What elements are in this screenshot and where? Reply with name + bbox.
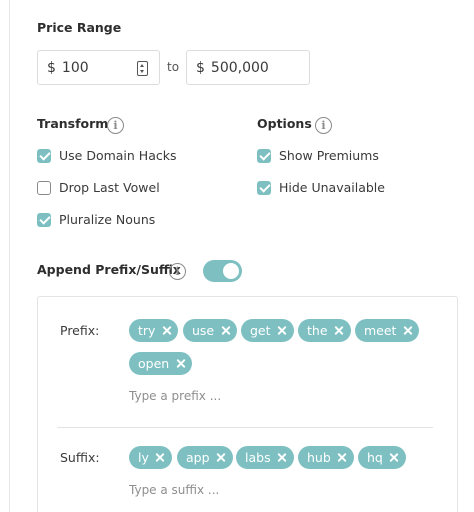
prefix-chip[interactable]: get xyxy=(241,319,294,342)
price-separator: to xyxy=(167,60,180,74)
close-icon[interactable] xyxy=(175,358,186,369)
prefix-chip[interactable]: try xyxy=(129,319,179,342)
price-max-value: 500,000 xyxy=(210,59,269,76)
price-min-value: 100 xyxy=(61,59,89,76)
checkbox-label: Hide Unavailable xyxy=(279,180,385,195)
price-min-input[interactable]: $ 100 xyxy=(37,50,160,85)
suffix-label: Suffix: xyxy=(60,450,100,465)
chip-label: meet xyxy=(364,323,397,338)
price-max-input[interactable]: $ 500,000 xyxy=(186,50,310,85)
checkbox-label: Pluralize Nouns xyxy=(59,212,156,227)
checkbox-checked-icon[interactable] xyxy=(257,180,271,195)
chip-label: open xyxy=(138,356,170,371)
close-icon[interactable] xyxy=(155,452,166,463)
currency-symbol: $ xyxy=(196,59,205,76)
checkbox-unchecked-icon[interactable] xyxy=(37,180,51,195)
prefix-chip[interactable]: use xyxy=(183,319,238,342)
toggle-knob xyxy=(223,263,239,279)
close-icon[interactable] xyxy=(337,452,348,463)
suffix-input[interactable] xyxy=(129,481,379,499)
prefix-chip[interactable]: meet xyxy=(355,319,420,342)
info-icon[interactable]: i xyxy=(107,117,124,134)
close-icon[interactable] xyxy=(216,452,227,463)
checkbox-label: Drop Last Vowel xyxy=(59,180,160,195)
close-icon[interactable] xyxy=(389,452,400,463)
suffix-chip[interactable]: ly xyxy=(129,446,172,469)
close-icon[interactable] xyxy=(334,325,345,336)
checkbox-checked-icon[interactable] xyxy=(37,148,51,163)
append-title: Append Prefix/Suffix xyxy=(37,262,181,277)
close-icon[interactable] xyxy=(220,325,231,336)
prefix-label: Prefix: xyxy=(60,323,100,338)
chip-label: ly xyxy=(138,450,149,465)
chip-label: labs xyxy=(245,450,271,465)
append-toggle[interactable] xyxy=(203,260,242,282)
checkbox-show-premiums[interactable]: Show Premiums xyxy=(257,148,379,163)
close-icon[interactable] xyxy=(161,325,172,336)
panel-divider xyxy=(57,427,433,428)
checkbox-hide-unavailable[interactable]: Hide Unavailable xyxy=(257,180,385,195)
checkbox-label: Use Domain Hacks xyxy=(59,148,177,163)
chip-label: the xyxy=(307,323,328,338)
prefix-input[interactable] xyxy=(129,387,379,405)
info-icon[interactable]: i xyxy=(315,117,332,134)
prefix-chip[interactable]: the xyxy=(298,319,351,342)
chip-label: app xyxy=(186,450,210,465)
currency-symbol: $ xyxy=(47,59,56,76)
price-range-title: Price Range xyxy=(37,20,122,35)
checkbox-use-domain-hacks[interactable]: Use Domain Hacks xyxy=(37,148,177,163)
suffix-chip[interactable]: app xyxy=(177,446,233,469)
options-title: Options xyxy=(257,116,312,131)
left-divider xyxy=(9,0,10,512)
suffix-chip[interactable]: hub xyxy=(298,446,354,469)
close-icon[interactable] xyxy=(402,325,413,336)
checkbox-label: Show Premiums xyxy=(279,148,379,163)
suffix-chip[interactable]: labs xyxy=(236,446,294,469)
chip-label: try xyxy=(138,323,156,338)
chip-label: hub xyxy=(307,450,331,465)
number-stepper-icon[interactable] xyxy=(137,61,148,76)
checkbox-checked-icon[interactable] xyxy=(37,212,51,227)
chip-label: use xyxy=(192,323,215,338)
close-icon[interactable] xyxy=(277,325,288,336)
prefix-chip[interactable]: open xyxy=(129,352,193,375)
checkbox-checked-icon[interactable] xyxy=(257,148,271,163)
info-icon[interactable]: i xyxy=(169,263,186,280)
suffix-chip[interactable]: hq xyxy=(358,446,406,469)
close-icon[interactable] xyxy=(277,452,288,463)
checkbox-pluralize-nouns[interactable]: Pluralize Nouns xyxy=(37,212,155,227)
chip-label: get xyxy=(250,323,271,338)
checkbox-drop-last-vowel[interactable]: Drop Last Vowel xyxy=(37,180,160,195)
transform-title: Transform xyxy=(37,116,109,131)
chip-label: hq xyxy=(367,450,383,465)
